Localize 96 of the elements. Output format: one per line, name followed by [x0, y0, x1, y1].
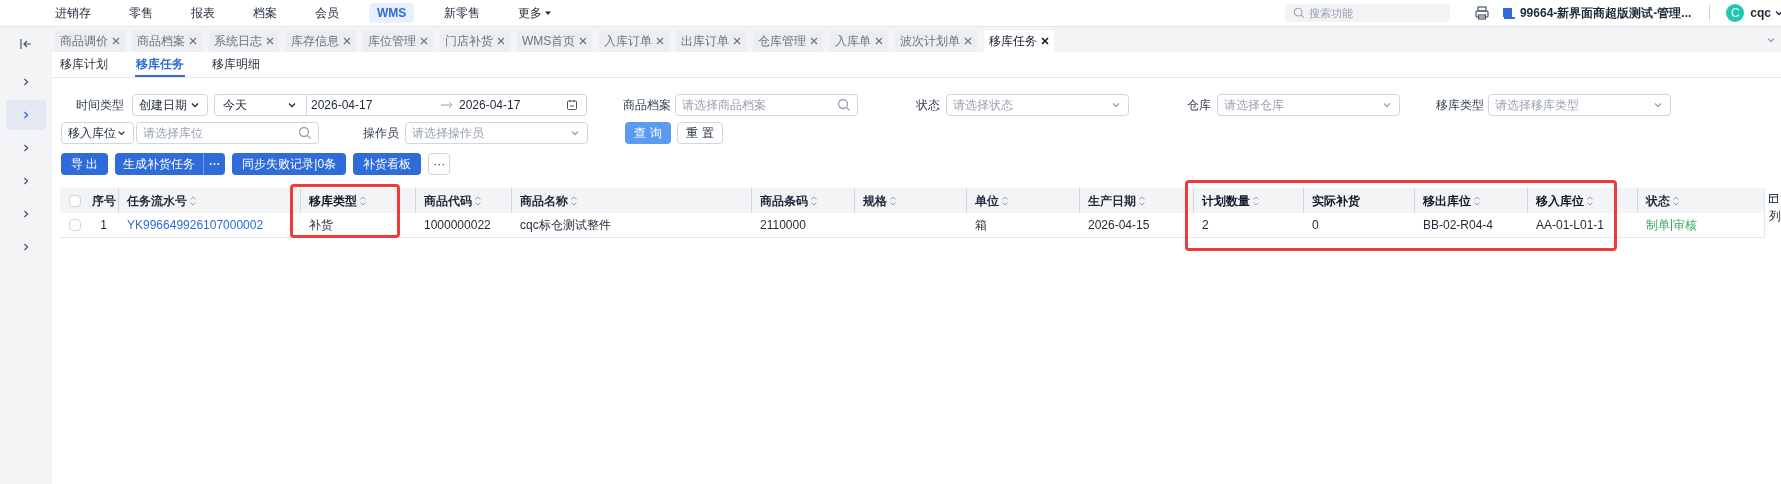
nav-item[interactable]: 会员: [307, 3, 347, 23]
table-cell-text: 箱: [975, 217, 987, 234]
table-cell-text: cqc标仓测试整件: [520, 217, 611, 234]
page-tab[interactable]: 入库订单: [599, 30, 670, 52]
nav-item[interactable]: 进销存: [47, 3, 99, 23]
field-label: 状态: [915, 97, 941, 114]
checkbox[interactable]: [68, 194, 81, 207]
date-range-field[interactable]: 今天 2026-04-17 2026-04-17: [214, 94, 587, 116]
store-name[interactable]: 99664-新界面商超版测试-管理...: [1519, 4, 1692, 22]
generate-task-button[interactable]: 生成补货任务: [115, 153, 204, 175]
action-button[interactable]: 导 出: [61, 153, 109, 175]
page-tab[interactable]: 库存信息: [286, 30, 356, 52]
sub-tab[interactable]: 移库计划: [59, 55, 109, 77]
nav-item[interactable]: 新零售: [436, 3, 489, 23]
field-label: 仓库: [1186, 97, 1212, 114]
reset-button[interactable]: 重 置: [677, 122, 723, 144]
page-tab[interactable]: 系统日志: [209, 30, 279, 52]
page-tab[interactable]: 入库单: [830, 30, 889, 52]
nav-item[interactable]: WMS: [369, 3, 415, 23]
column-header[interactable]: 生产日期: [1088, 191, 1146, 210]
search-icon: [298, 126, 312, 140]
page-tab[interactable]: WMS首页: [517, 30, 593, 52]
time-type-select[interactable]: 创建日期: [132, 94, 208, 116]
table-cell-text: 1: [100, 217, 107, 234]
page-tab[interactable]: 出库订单: [676, 30, 747, 52]
column-header[interactable]: 商品名称: [520, 191, 578, 210]
calendar-icon[interactable]: [566, 99, 578, 111]
collapse-icon[interactable]: [19, 37, 33, 51]
page-tab[interactable]: 移库任务: [984, 30, 1055, 52]
column-header[interactable]: 移入库位: [1536, 191, 1594, 210]
location-type-select[interactable]: 移入库位: [61, 122, 134, 144]
action-button[interactable]: 同步失败记录|0条: [232, 153, 347, 175]
sub-tab[interactable]: 移库明细: [211, 55, 261, 77]
table-cell-text: AA-01-L01-1: [1536, 217, 1605, 234]
nav-item[interactable]: 报表: [183, 3, 223, 23]
table-cell-text: 0: [1312, 217, 1319, 234]
field-label: 商品档案: [623, 97, 672, 114]
checkbox[interactable]: [68, 219, 81, 231]
user-name[interactable]: cqc: [1750, 4, 1771, 22]
sort-icon[interactable]: [1473, 194, 1481, 207]
caret-icon: [544, 9, 553, 17]
sort-icon[interactable]: [1001, 194, 1009, 207]
search-icon: [1292, 7, 1305, 19]
column-header[interactable]: 计划数量: [1202, 191, 1260, 210]
page-tab[interactable]: 商品调价: [55, 30, 125, 52]
column-header[interactable]: 任务流水号: [127, 191, 197, 210]
column-header[interactable]: 规格: [863, 191, 897, 210]
sort-icon[interactable]: [1586, 194, 1594, 207]
task-link[interactable]: YK996649926107000002: [127, 216, 264, 234]
nav-item[interactable]: 档案: [245, 3, 285, 23]
column-header: 序号: [91, 192, 116, 210]
page-tab[interactable]: 仓库管理: [753, 30, 824, 52]
date-to[interactable]: 2026-04-17: [459, 96, 521, 114]
sort-icon[interactable]: [1138, 194, 1146, 207]
sort-icon[interactable]: [1672, 194, 1680, 207]
nav-item[interactable]: 零售: [121, 3, 161, 23]
column-header[interactable]: 移出库位: [1423, 191, 1481, 210]
columns-icon[interactable]: [1769, 194, 1778, 203]
column-header[interactable]: 移库类型: [309, 191, 367, 210]
column-header[interactable]: 商品条码: [760, 191, 818, 210]
close-icon[interactable]: [1041, 37, 1050, 45]
arrow-icon: [441, 101, 453, 109]
sort-icon[interactable]: [570, 194, 578, 207]
sub-tab[interactable]: 移库任务: [135, 55, 185, 77]
period-select[interactable]: 今天: [215, 95, 307, 115]
field-label: 移库类型: [1436, 97, 1485, 114]
more-button[interactable]: ···: [428, 153, 451, 175]
date-from[interactable]: 2026-04-17: [311, 96, 441, 114]
page-tab[interactable]: 波次计划单: [895, 30, 978, 52]
table-cell-text: 2026-04-15: [1088, 217, 1150, 234]
column-settings-label[interactable]: 列: [1769, 207, 1781, 225]
table-cell-text: BB-02-R04-4: [1423, 217, 1494, 234]
table-cell-text: 1000000022: [424, 217, 491, 234]
table-cell-text: 补货: [309, 217, 333, 234]
page-tab[interactable]: 商品档案: [132, 30, 202, 52]
sort-icon[interactable]: [359, 194, 367, 207]
field-label: 操作员: [362, 125, 400, 142]
action-button[interactable]: 补货看板: [353, 153, 422, 175]
search-icon: [837, 98, 851, 112]
field-label: 时间类型: [75, 97, 125, 114]
sort-icon[interactable]: [889, 194, 897, 207]
page-tab[interactable]: 库位管理: [363, 30, 433, 52]
sort-icon[interactable]: [1252, 194, 1260, 207]
column-header: 实际补货: [1312, 192, 1360, 210]
nav-item[interactable]: 更多: [510, 3, 561, 23]
table-cell-text: 2: [1202, 217, 1209, 234]
column-header[interactable]: 商品代码: [424, 191, 482, 210]
printer-icon[interactable]: [1473, 5, 1490, 21]
column-header[interactable]: 状态: [1646, 191, 1680, 210]
sort-icon[interactable]: [474, 194, 482, 207]
more-icon[interactable]: [203, 153, 226, 175]
sort-icon[interactable]: [810, 194, 818, 207]
sort-icon[interactable]: [189, 194, 197, 207]
page-tab[interactable]: 门店补货: [440, 30, 510, 52]
column-header[interactable]: 单位: [975, 191, 1009, 210]
table-cell-text: 2110000: [760, 217, 806, 234]
